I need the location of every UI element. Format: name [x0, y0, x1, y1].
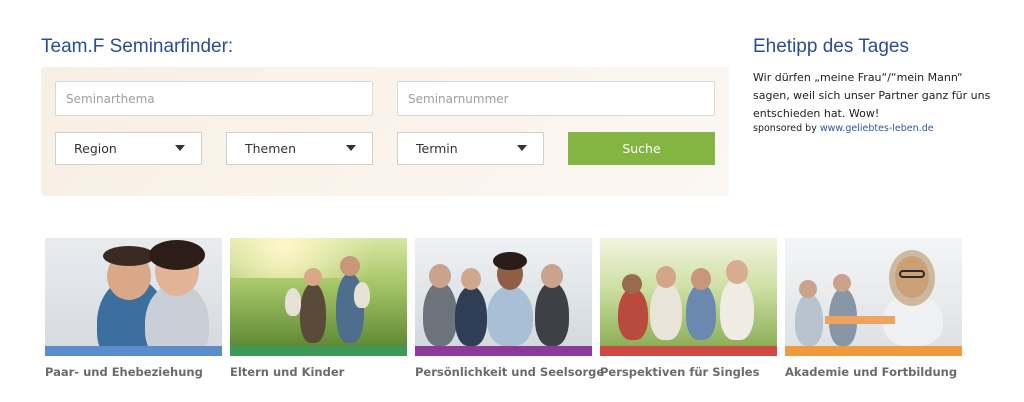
category-label: Paar- und Ehebeziehung [45, 365, 203, 379]
category-label: Akademie und Fortbildung [785, 365, 958, 379]
themen-select[interactable]: Themen [226, 132, 373, 165]
termin-select[interactable]: Termin [397, 132, 544, 165]
search-button[interactable]: Suche [568, 132, 715, 165]
group-session-photo [415, 238, 592, 346]
category-card-persoenlichkeit[interactable]: Persönlichkeit und Seelsorge [415, 238, 605, 379]
category-color-bar [230, 346, 407, 356]
chevron-down-icon [517, 145, 527, 151]
chevron-down-icon [346, 145, 356, 151]
academy-office-photo [785, 238, 962, 346]
ehetipp-text: Wir dürfen „meine Frau“/“mein Mann“ sage… [753, 71, 991, 120]
category-color-bar [785, 346, 962, 356]
sponsor-link[interactable]: www.geliebtes-leben.de [820, 123, 934, 134]
category-card-singles[interactable]: Perspektiven für Singles [600, 238, 777, 379]
category-card-paar[interactable]: Paar- und Ehebeziehung [45, 238, 222, 379]
region-select[interactable]: Region [55, 132, 202, 165]
couple-photo [45, 238, 222, 346]
termin-select-label: Termin [416, 141, 458, 156]
region-select-label: Region [74, 141, 117, 156]
category-card-akademie[interactable]: Akademie und Fortbildung [785, 238, 962, 379]
seminarthema-input[interactable] [55, 81, 373, 116]
category-color-bar [45, 346, 222, 356]
sponsor-prefix: sponsored by [753, 123, 817, 134]
category-color-bar [600, 346, 777, 356]
category-color-bar [415, 346, 592, 356]
category-label: Perspektiven für Singles [600, 365, 760, 379]
category-label: Eltern und Kinder [230, 365, 345, 379]
category-card-eltern[interactable]: Eltern und Kinder [230, 238, 407, 379]
category-label: Persönlichkeit und Seelsorge [415, 365, 605, 379]
ehetipp-title: Ehetipp des Tages [753, 36, 909, 57]
family-photo [230, 238, 407, 346]
chevron-down-icon [175, 145, 185, 151]
sponsor-line: sponsored by www.geliebtes-leben.de [753, 123, 934, 134]
seminarnummer-input[interactable] [397, 81, 715, 116]
seminarfinder-title: Team.F Seminarfinder: [41, 36, 234, 57]
singles-group-photo [600, 238, 777, 346]
themen-select-label: Themen [245, 141, 297, 156]
